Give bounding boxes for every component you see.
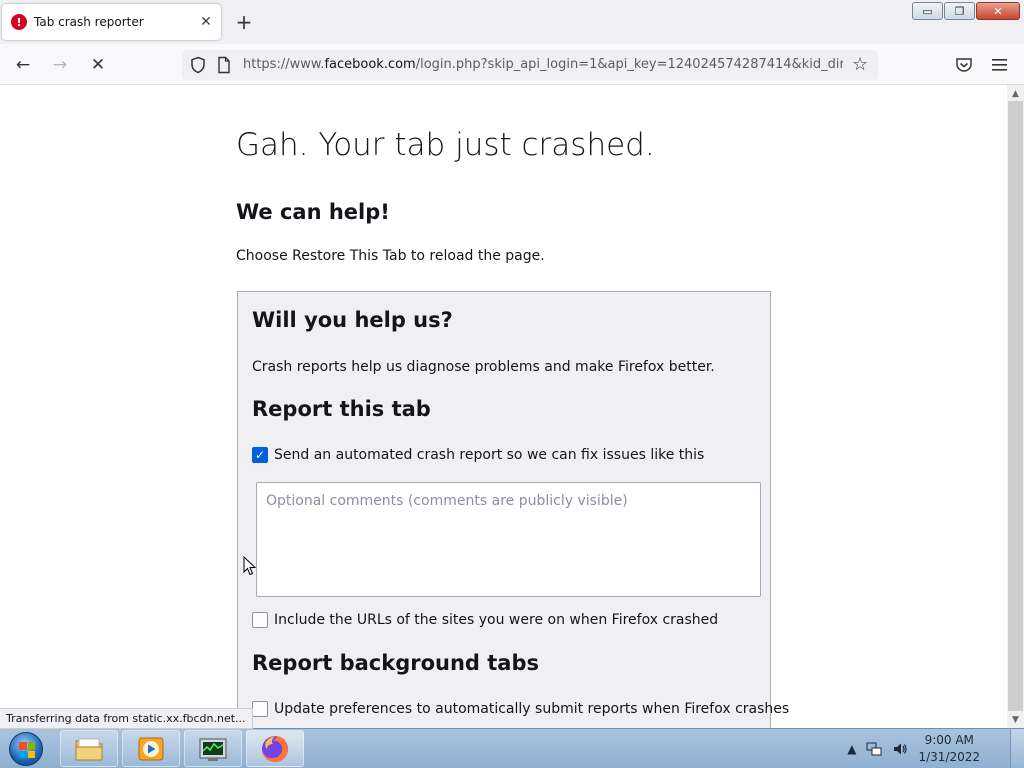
windows-logo-icon — [9, 732, 43, 766]
clock-time: 9:00 AM — [924, 733, 974, 747]
url-bar[interactable]: https://www.facebook.com/login.php?skip_… — [182, 50, 878, 80]
system-clock[interactable]: 9:00 AM 1/31/2022 — [918, 732, 980, 766]
close-icon: ✕ — [993, 4, 1003, 18]
tracking-protection-shield-icon[interactable] — [189, 56, 207, 74]
page-info-icon[interactable] — [217, 56, 231, 74]
back-arrow-icon: ← — [15, 55, 31, 75]
send-report-option[interactable]: ✓ Send an automated crash report so we c… — [252, 447, 704, 463]
include-urls-checkbox[interactable] — [252, 612, 268, 628]
stop-icon: ✕ — [90, 55, 106, 75]
menu-hamburger-icon[interactable] — [992, 58, 1007, 72]
restore-instruction: Choose Restore This Tab to reload the pa… — [236, 248, 545, 264]
tab-strip: ! Tab crash reporter ✕ + ▭ ❐ ✕ — [0, 0, 1024, 44]
restore-icon: ❐ — [954, 4, 965, 18]
minimize-button[interactable]: ▭ — [912, 2, 943, 20]
url-text[interactable]: https://www.facebook.com/login.php?skip_… — [243, 57, 843, 72]
taskbar-task-manager[interactable] — [184, 730, 242, 767]
crash-report-description: Crash reports help us diagnose problems … — [252, 359, 715, 375]
show-desktop-button[interactable] — [1010, 729, 1024, 768]
comments-field[interactable] — [256, 482, 761, 597]
windows-taskbar: ▲ 9:00 AM 1/31/2022 — [0, 728, 1024, 768]
forward-button[interactable]: → — [47, 52, 73, 78]
forward-arrow-icon: → — [52, 55, 68, 75]
firefox-icon — [262, 735, 288, 762]
minimize-icon: ▭ — [922, 4, 933, 18]
update-prefs-checkbox[interactable] — [252, 701, 268, 717]
bookmark-star-icon[interactable]: ☆ — [852, 54, 868, 75]
crash-report-box: Will you help us? Crash reports help us … — [237, 291, 789, 728]
crash-warning-icon: ! — [11, 14, 27, 30]
scroll-down-icon[interactable]: ▼ — [1007, 712, 1024, 727]
url-rest: /login.php?skip_api_login=1&api_key=1240… — [415, 57, 843, 72]
folder-icon — [75, 738, 103, 760]
tab-close-icon[interactable]: ✕ — [197, 13, 215, 31]
new-tab-button[interactable]: + — [234, 12, 254, 32]
stop-button[interactable]: ✕ — [85, 52, 111, 78]
start-button[interactable] — [4, 730, 48, 768]
include-urls-label[interactable]: Include the URLs of the sites you were o… — [274, 612, 718, 628]
help-heading: We can help! — [236, 200, 390, 224]
url-domain: facebook.com — [324, 57, 416, 72]
update-prefs-label[interactable]: Update preferences to automatically subm… — [274, 701, 789, 717]
window-controls: ▭ ❐ ✕ — [912, 2, 1020, 20]
system-tray: ▲ 9:00 AM 1/31/2022 — [847, 729, 980, 768]
status-bar: Transferring data from static.xx.fbcdn.n… — [0, 708, 253, 729]
volume-icon[interactable] — [892, 741, 908, 757]
task-manager-icon — [199, 738, 227, 761]
restore-button[interactable]: ❐ — [944, 2, 975, 20]
crash-page: Gah. Your tab just crashed. We can help!… — [0, 85, 1007, 728]
update-prefs-option[interactable]: Update preferences to automatically subm… — [252, 701, 789, 717]
tab-title: Tab crash reporter — [34, 15, 144, 29]
send-report-checkbox[interactable]: ✓ — [252, 447, 268, 463]
tab-crash-reporter[interactable]: ! Tab crash reporter ✕ — [2, 4, 221, 40]
send-report-label[interactable]: Send an automated crash report so we can… — [274, 447, 704, 463]
taskbar-explorer[interactable] — [60, 730, 118, 767]
close-window-button[interactable]: ✕ — [976, 2, 1020, 20]
show-hidden-icons-icon[interactable]: ▲ — [847, 742, 856, 756]
media-player-icon — [138, 737, 164, 760]
taskbar-media-player[interactable] — [122, 730, 180, 767]
page-scrollbar[interactable]: ▲ ▼ — [1007, 85, 1024, 728]
taskbar-firefox[interactable] — [246, 730, 304, 767]
pocket-icon[interactable] — [955, 57, 973, 73]
scroll-up-icon[interactable]: ▲ — [1007, 86, 1024, 101]
include-urls-option[interactable]: Include the URLs of the sites you were o… — [252, 612, 718, 628]
navigation-bar: ← → ✕ https://www.facebook.com/login.php… — [0, 44, 1024, 85]
report-background-heading: Report background tabs — [252, 651, 539, 675]
clock-date: 1/31/2022 — [918, 750, 980, 764]
report-tab-heading: Report this tab — [252, 397, 431, 421]
network-icon[interactable] — [866, 741, 882, 757]
url-prefix: https://www. — [243, 57, 325, 72]
page-title: Gah. Your tab just crashed. — [236, 127, 655, 163]
scroll-thumb[interactable] — [1008, 101, 1023, 711]
help-us-heading: Will you help us? — [252, 308, 453, 332]
back-button[interactable]: ← — [10, 52, 36, 78]
mouse-cursor-icon — [243, 556, 257, 576]
